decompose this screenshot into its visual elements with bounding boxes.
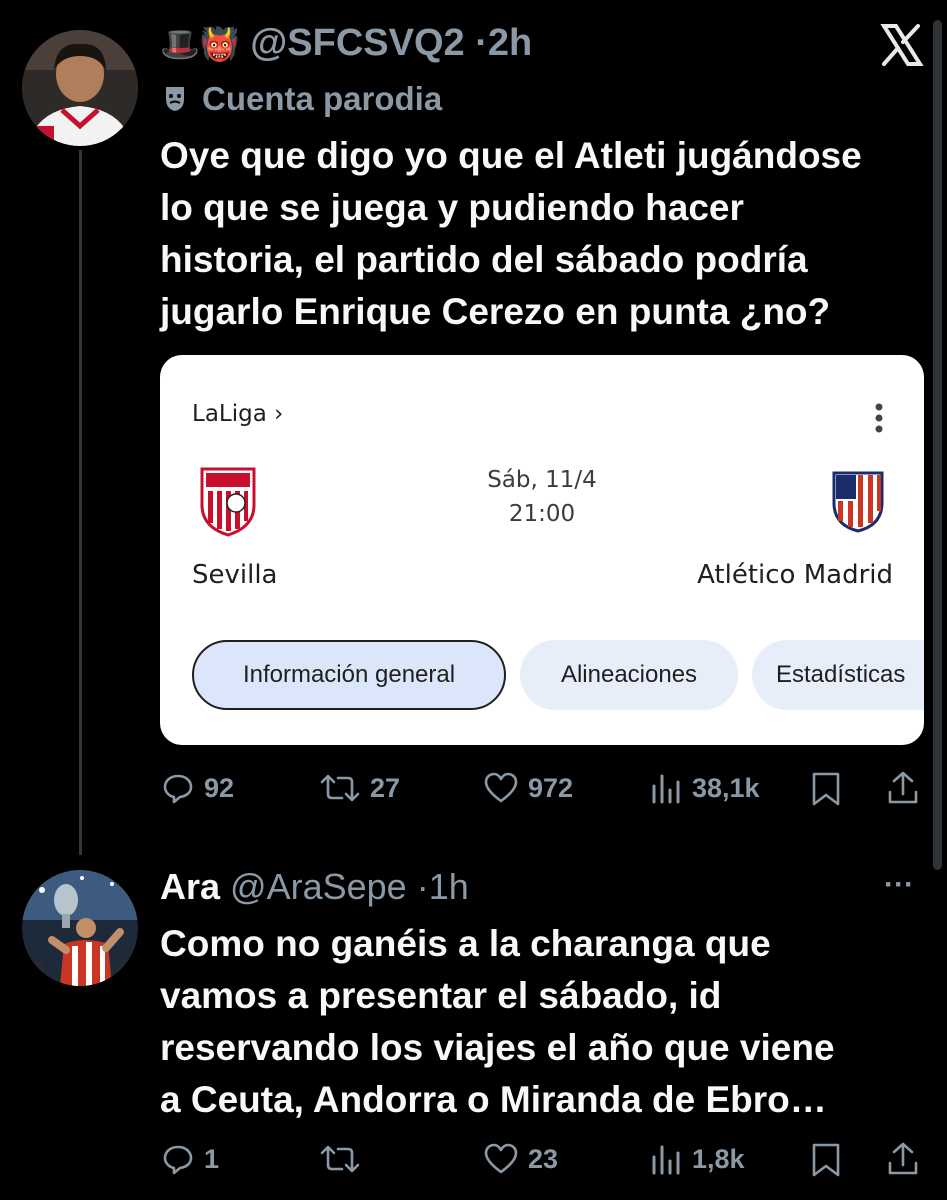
separator-dot: · [416,866,429,907]
league-link[interactable]: LaLiga › [192,401,283,427]
reply-count: 1 [204,1143,220,1174]
reply-button[interactable]: 1 [162,1143,219,1175]
share-button[interactable] [886,1141,920,1177]
like-count: 23 [528,1143,559,1174]
match-time: 21:00 [508,501,576,527]
retweet-count: 27 [370,772,401,803]
tweet-text-line: Oye que digo yo que el Atleti jugándose [160,135,862,176]
separator-dot: · [475,22,488,64]
views-button[interactable]: 1,8k [650,1143,745,1175]
away-team-name: Atlético Madrid [697,560,893,590]
atletico-crest-icon [832,469,884,533]
theater-masks-icon [166,87,184,111]
bookmark-icon [812,1143,840,1177]
tweet-text-line: a Ceuta, Andorra o Miranda de Ebro… [160,1079,827,1120]
views-count: 1,8k [692,1143,745,1174]
home-team-name: Sevilla [192,560,278,590]
like-count: 972 [528,772,574,803]
reply-count: 92 [204,772,235,803]
tab-alineaciones[interactable]: Alineaciones [520,640,738,710]
x-logo-icon[interactable] [878,22,924,68]
tweet-text-line: Como no ganéis a la charanga que [160,923,771,964]
tweet-header: 🎩👹 @SFCSVQ2 ·2h [160,22,532,65]
retweet-icon [320,774,360,802]
parody-label: Cuenta parodia [202,80,443,117]
like-button[interactable]: 23 [484,1143,558,1175]
tweet-text-line: vamos a presentar el sábado, id [160,975,722,1016]
avatar[interactable] [22,870,138,986]
tweet-header: Ara @AraSepe ·1h [160,866,469,908]
retweet-button[interactable]: 27 [320,772,400,804]
scrollbar[interactable] [933,20,942,870]
bookmark-button[interactable] [810,772,842,806]
tweet-text-line: historia, el partido del sábado podría [160,239,808,280]
reply-button[interactable]: 92 [162,772,234,804]
share-icon [888,1142,918,1175]
avatar[interactable] [22,30,138,146]
views-button[interactable]: 38,1k [650,772,760,804]
thread-line [79,150,82,855]
tweet-text: Como no ganéis a la charanga que vamos a… [160,918,835,1126]
parody-label-row: Cuenta parodia [160,80,442,118]
timestamp[interactable]: 1h [429,866,469,907]
views-chart-icon [652,1145,680,1175]
bookmark-icon [812,772,840,806]
heart-icon [484,772,518,803]
bookmark-button[interactable] [810,1143,842,1177]
user-handle[interactable]: @SFCSVQ2 [250,22,464,64]
match-date: Sáb, 11/4 [487,467,597,493]
tweet-text-line: jugarlo Enrique Cerezo en punta ¿no? [160,291,831,332]
tab-estadisticas[interactable]: Estadísticas [752,640,924,710]
sevilla-crest-icon [198,465,258,537]
share-icon [888,771,918,804]
more-options-button[interactable]: ··· [884,868,914,902]
tweet-text-line: lo que se juega y pudiendo hacer [160,187,744,228]
views-count: 38,1k [692,772,760,803]
more-options-icon[interactable] [874,403,884,437]
user-handle[interactable]: @AraSepe [230,866,407,907]
views-chart-icon [652,774,680,804]
heart-icon [484,1143,518,1174]
emoji-badges: 🎩👹 [160,26,240,62]
timestamp[interactable]: 2h [488,22,532,64]
like-button[interactable]: 972 [484,772,573,804]
tab-informacion-general[interactable]: Información general [192,640,506,710]
share-button[interactable] [886,770,920,806]
tweet-text: Oye que digo yo que el Atleti jugándose … [160,130,862,338]
retweet-button[interactable] [320,1143,370,1175]
reply-icon [163,774,193,804]
display-name[interactable]: Ara [160,866,220,907]
tab-estadisticas-label: Estadísticas [776,661,906,688]
tweet-text-line: reservando los viajes el año que viene [160,1027,835,1068]
reply-icon [163,1145,193,1175]
retweet-icon [320,1145,360,1173]
